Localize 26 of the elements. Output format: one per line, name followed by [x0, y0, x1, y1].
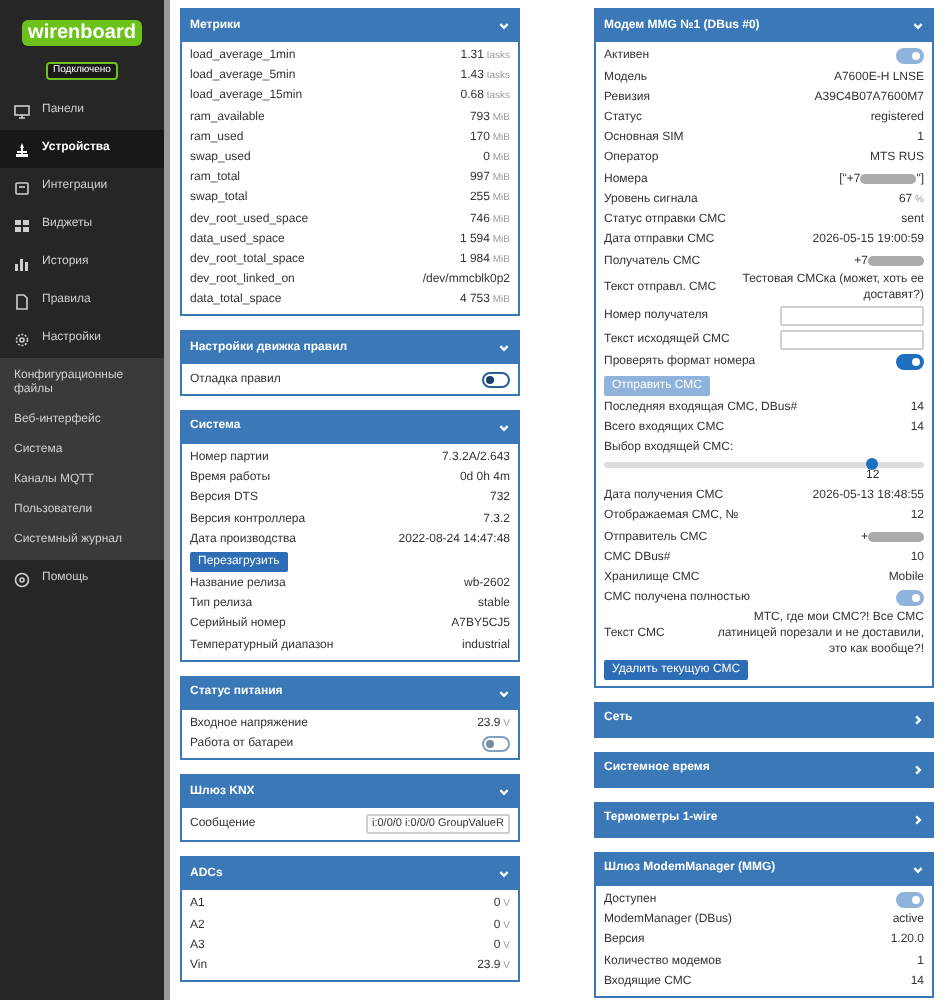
redaction-bar — [868, 256, 924, 267]
slider-track[interactable] — [604, 461, 924, 468]
input-field[interactable] — [780, 330, 924, 350]
redaction-bar — [860, 174, 917, 185]
help-icon — [14, 571, 30, 587]
monitor-icon — [14, 103, 30, 119]
chevron-down-icon — [912, 20, 924, 32]
slider-thumb[interactable] — [866, 457, 879, 470]
chevron-down-icon — [498, 421, 510, 434]
chevron-down-icon — [498, 20, 510, 32]
chevron-right-icon — [912, 813, 924, 826]
chevron-down-icon — [498, 868, 510, 881]
chevron-down-icon — [498, 786, 510, 799]
gear-icon — [14, 331, 30, 347]
chevron-down-icon — [912, 863, 924, 876]
bar-chart-icon — [14, 255, 30, 271]
input-field[interactable] — [780, 306, 924, 326]
file-icon — [14, 293, 30, 309]
chevron-down-icon — [498, 687, 510, 700]
toggle-switch[interactable] — [482, 371, 510, 388]
grid-icon — [14, 217, 30, 233]
chevron-right-icon — [912, 763, 924, 776]
redaction-bar — [868, 532, 924, 542]
chevron-down-icon — [498, 342, 510, 355]
toggle-switch[interactable] — [896, 354, 924, 371]
chevron-right-icon — [912, 713, 924, 726]
